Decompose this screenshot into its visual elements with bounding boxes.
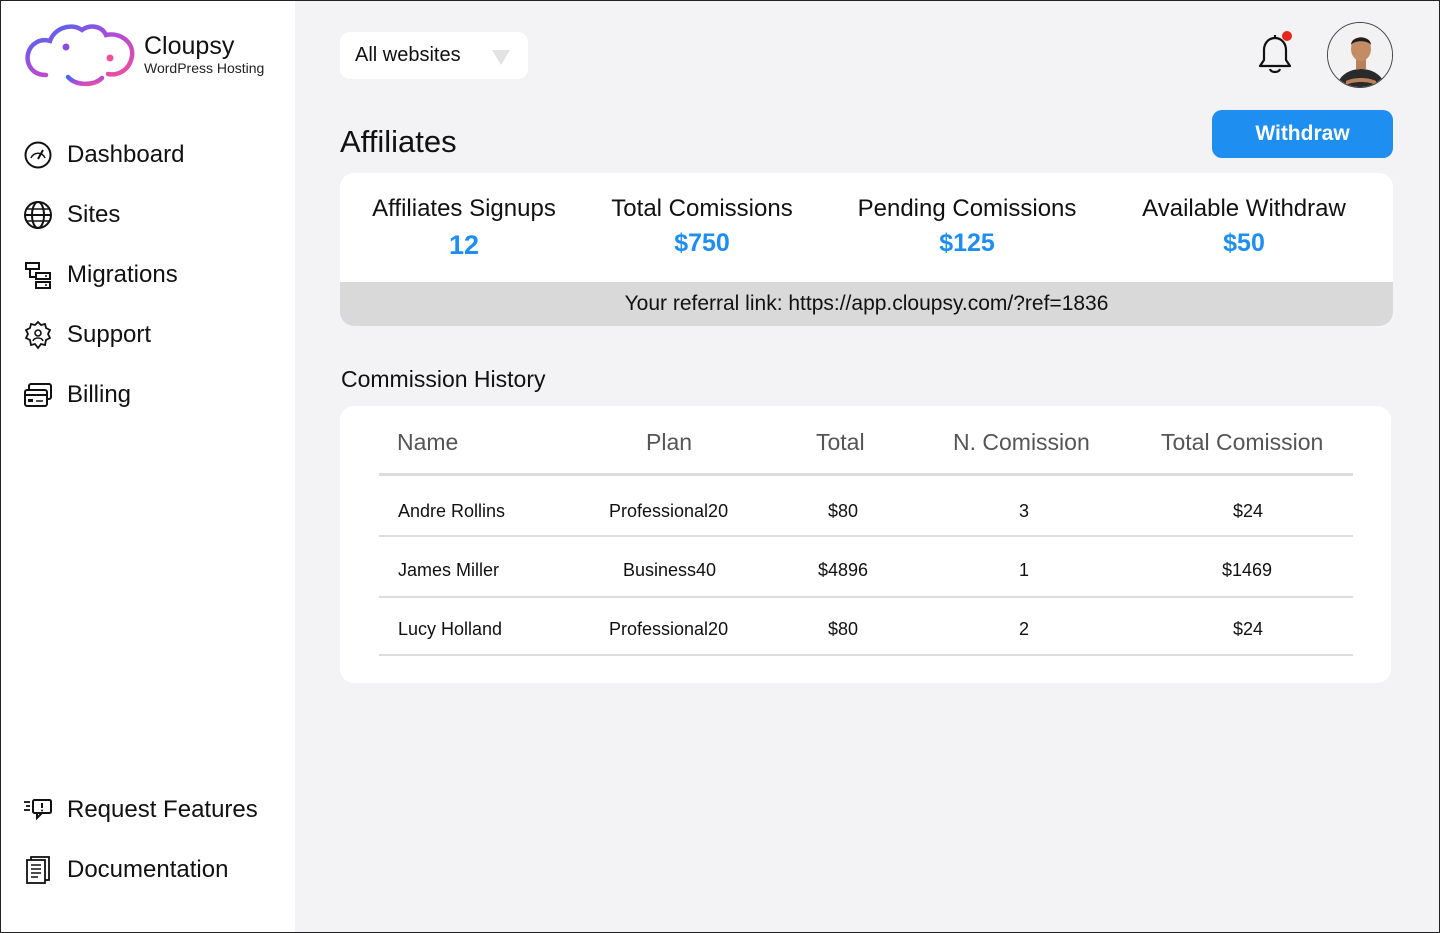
sidebar-item-billing[interactable]: Billing bbox=[22, 365, 184, 425]
stat-value: $50 bbox=[1223, 229, 1265, 257]
cell-total: $4896 bbox=[818, 560, 869, 580]
cell-plan: Business40 bbox=[623, 560, 717, 580]
server-transfer-icon bbox=[22, 259, 54, 291]
avatar[interactable] bbox=[1327, 22, 1393, 88]
cell-name: Andre Rollins bbox=[398, 501, 506, 521]
cell-total-comission: $1469 bbox=[1222, 560, 1273, 580]
chevron-down-icon bbox=[492, 50, 510, 65]
referral-link[interactable]: Your referral link: https://app.cloupsy.… bbox=[340, 282, 1393, 326]
gear-user-icon bbox=[22, 319, 54, 351]
column-header-n-comission: N. Comission bbox=[953, 429, 1090, 455]
sidebar-bottom-nav: Request Features Documentation bbox=[22, 780, 258, 900]
stat-label: Total Comissions bbox=[611, 195, 793, 222]
cell-total: $80 bbox=[828, 619, 859, 639]
cell-total-comission: $24 bbox=[1233, 619, 1264, 639]
gauge-icon bbox=[22, 139, 54, 171]
table-row[interactable]: Andre Rollins Professional20 $80 3 $24 bbox=[379, 476, 1353, 537]
website-select-value: All websites bbox=[355, 44, 461, 66]
table-header: Name Plan Total N. Comission Total Comis… bbox=[379, 406, 1353, 476]
cloud-logo-icon bbox=[25, 24, 135, 87]
brand-logo[interactable]: Cloupsy WordPress Hosting bbox=[24, 20, 264, 90]
stat-total-comissions: Total Comissions $750 bbox=[608, 195, 796, 258]
sidebar-item-label: Dashboard bbox=[67, 141, 185, 168]
website-select[interactable]: All websites bbox=[340, 32, 528, 79]
sidebar-item-label: Support bbox=[67, 321, 152, 348]
cell-name: Lucy Holland bbox=[398, 619, 503, 639]
commission-history-title: Commission History bbox=[341, 366, 546, 392]
commission-history-table: Name Plan Total N. Comission Total Comis… bbox=[340, 406, 1391, 683]
table-row[interactable]: Lucy Holland Professional20 $80 2 $24 bbox=[379, 598, 1353, 656]
sidebar-item-label: Documentation bbox=[67, 856, 229, 883]
notifications-bell-icon[interactable] bbox=[1256, 31, 1294, 76]
cell-plan: Professional20 bbox=[609, 501, 729, 521]
sidebar-item-label: Migrations bbox=[67, 261, 178, 288]
column-header-plan: Plan bbox=[646, 429, 693, 455]
page-title: Affiliates bbox=[340, 124, 457, 159]
cell-plan: Professional20 bbox=[609, 619, 729, 639]
stat-label: Pending Comissions bbox=[857, 195, 1077, 222]
sidebar-nav: Dashboard Sites Migrations Support Billi… bbox=[22, 125, 184, 425]
cell-name: James Miller bbox=[398, 560, 500, 580]
cell-n-comission: 1 bbox=[1019, 560, 1030, 580]
column-header-total-comission: Total Comission bbox=[1161, 429, 1324, 455]
stat-label: Available Withdraw bbox=[1142, 195, 1346, 222]
sidebar-item-label: Billing bbox=[67, 381, 132, 408]
stat-value: 12 bbox=[448, 230, 480, 260]
notification-badge bbox=[1282, 31, 1292, 41]
sidebar-item-support[interactable]: Support bbox=[22, 305, 184, 365]
globe-icon bbox=[22, 199, 54, 231]
table-row[interactable]: James Miller Business40 $4896 1 $1469 bbox=[379, 537, 1353, 598]
sidebar-item-request-features[interactable]: Request Features bbox=[22, 780, 258, 840]
brand-tagline: WordPress Hosting bbox=[144, 60, 265, 76]
sidebar-item-dashboard[interactable]: Dashboard bbox=[22, 125, 184, 185]
stat-value: $125 bbox=[939, 229, 995, 257]
affiliate-stats-card: Affiliates Signups 12 Total Comissions $… bbox=[340, 173, 1393, 326]
stat-value: $750 bbox=[674, 229, 730, 257]
column-header-name: Name bbox=[397, 429, 459, 455]
stat-affiliates-signups: Affiliates Signups 12 bbox=[370, 195, 558, 261]
sidebar: Cloupsy WordPress Hosting Dashboard Site… bbox=[0, 0, 295, 933]
feedback-icon bbox=[22, 794, 54, 826]
stat-available-withdraw: Available Withdraw $50 bbox=[1140, 195, 1348, 258]
cell-total: $80 bbox=[828, 501, 859, 521]
sidebar-item-migrations[interactable]: Migrations bbox=[22, 245, 184, 305]
stat-label: Affiliates Signups bbox=[372, 195, 556, 222]
sidebar-item-label: Request Features bbox=[67, 796, 258, 823]
cell-n-comission: 2 bbox=[1019, 619, 1030, 639]
sidebar-item-sites[interactable]: Sites bbox=[22, 185, 184, 245]
cell-total-comission: $24 bbox=[1233, 501, 1264, 521]
cell-n-comission: 3 bbox=[1019, 501, 1030, 521]
column-header-total: Total bbox=[816, 429, 865, 455]
sidebar-item-documentation[interactable]: Documentation bbox=[22, 840, 258, 900]
credit-card-icon bbox=[22, 379, 54, 411]
document-icon bbox=[22, 854, 54, 886]
sidebar-item-label: Sites bbox=[67, 201, 121, 228]
user-avatar-icon bbox=[1328, 23, 1392, 87]
withdraw-button[interactable]: Withdraw bbox=[1212, 110, 1393, 158]
brand-name: Cloupsy bbox=[144, 32, 235, 60]
stat-pending-comissions: Pending Comissions $125 bbox=[855, 195, 1079, 258]
